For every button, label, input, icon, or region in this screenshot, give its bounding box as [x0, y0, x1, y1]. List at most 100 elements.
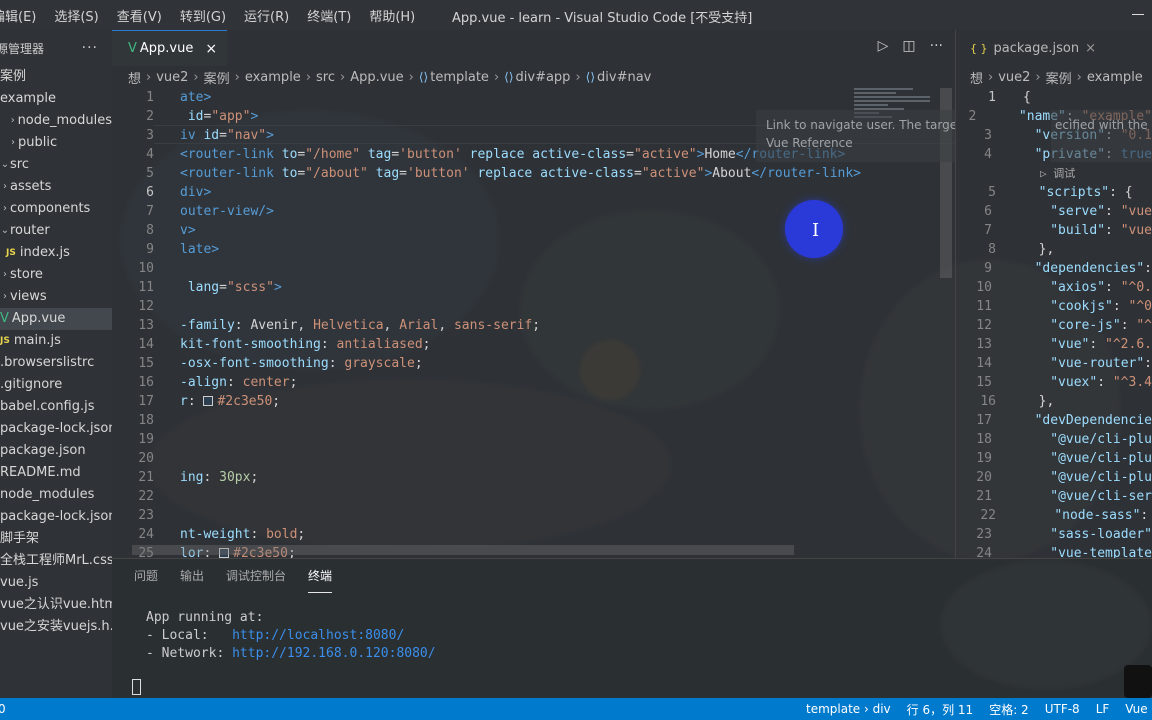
tree-item[interactable]: babel.config.js [0, 396, 112, 418]
code-line[interactable]: 14 "vue-router": [956, 354, 1152, 373]
code-line[interactable]: 22 "node-sass": [956, 506, 1152, 525]
panel-tab[interactable]: 终端 [308, 559, 333, 593]
more-actions-icon[interactable]: ··· [82, 40, 98, 56]
code-line[interactable]: 17 "devDependencie [956, 411, 1152, 430]
breadcrumb-item[interactable]: ⟨⟩ div#app [504, 70, 570, 85]
code-line[interactable]: 11 lang="scss"> [112, 278, 955, 297]
code-line[interactable]: 1{ [956, 88, 1152, 107]
code-line[interactable]: 19 [112, 430, 955, 449]
breadcrumb-item[interactable]: 想 [128, 68, 141, 87]
code-line[interactable]: 16 -align: center; [112, 373, 955, 392]
code-line[interactable]: 1 ate> [112, 88, 955, 107]
status-left[interactable]: 0 [0, 702, 6, 716]
tree-item[interactable]: .gitignore [0, 374, 112, 396]
close-icon[interactable]: × [205, 41, 217, 57]
breadcrumb-item[interactable]: 案例 [1046, 68, 1072, 87]
code-line[interactable]: 6 div> [112, 183, 955, 202]
terminal-link[interactable]: http://192.168.0.120:8080/ [232, 646, 436, 661]
terminal[interactable]: App running at: - Local: http://localhost… [112, 593, 1152, 663]
code-line[interactable]: 15 "vuex": "^3.4 [956, 373, 1152, 392]
panel-tab[interactable]: 调试控制台 [226, 559, 286, 593]
tree-item[interactable]: node_modules [0, 484, 112, 506]
code-line[interactable]: 11 "cookjs": "^0 [956, 297, 1152, 316]
tree-item[interactable]: › assets [0, 176, 112, 198]
code-line[interactable]: 18 "@vue/cli-plu [956, 430, 1152, 449]
tree-item[interactable]: V App.vue [0, 308, 112, 330]
tree-item[interactable]: example [0, 88, 112, 110]
code-line[interactable]: 7 "build": "vue [956, 221, 1152, 240]
menu-item[interactable]: 运行(R) [235, 6, 298, 25]
code-line[interactable]: 16 }, [956, 392, 1152, 411]
tree-item[interactable]: › public [0, 132, 112, 154]
code-line[interactable]: 6 "serve": "vue [956, 202, 1152, 221]
code-line[interactable]: 12 [112, 297, 955, 316]
minimize-button[interactable] [1132, 0, 1152, 30]
code-line[interactable]: 13 "vue": "^2.6. [956, 335, 1152, 354]
tree-item[interactable]: package-lock.json [0, 506, 112, 528]
horizontal-scrollbar[interactable] [132, 545, 794, 555]
tree-item[interactable]: 脚手架 [0, 528, 112, 550]
menu-item[interactable]: 编辑(E) [0, 6, 45, 25]
tree-item[interactable]: JS main.js [0, 330, 112, 352]
tree-item[interactable]: package.json [0, 440, 112, 462]
code-line[interactable]: 20 "@vue/cli-plu [956, 468, 1152, 487]
tree-item[interactable]: ⌄ router [0, 220, 112, 242]
code-line[interactable]: 10 [112, 259, 955, 278]
status-item[interactable]: UTF-8 [1037, 702, 1088, 716]
code-line[interactable]: 24 "vue-template [956, 544, 1152, 558]
code-line[interactable]: 5 <router-link to="/about" tag='button' r… [112, 164, 955, 183]
code-line[interactable]: 17 r: #2c3e50; [112, 392, 955, 411]
close-icon[interactable]: × [1085, 41, 1096, 56]
breadcrumb-item[interactable]: src [316, 70, 335, 85]
tree-item[interactable]: README.md [0, 462, 112, 484]
tree-item[interactable]: › store [0, 264, 112, 286]
breadcrumb-item[interactable]: ⟨⟩ template [419, 70, 489, 85]
code-line[interactable]: 10 "axios": "^0. [956, 278, 1152, 297]
tree-item[interactable]: 全栈工程师MrL.css [0, 550, 112, 572]
code-line[interactable]: 14 kit-font-smoothing: antialiased; [112, 335, 955, 354]
code-line[interactable]: 12 "core-js": "^ [956, 316, 1152, 335]
breadcrumb-item[interactable]: vue2 [998, 70, 1030, 85]
code-line[interactable]: 21 "@vue/cli-ser [956, 487, 1152, 506]
terminal-link[interactable]: http://localhost:8080/ [232, 628, 404, 643]
run-icon[interactable]: ▷ [878, 38, 889, 54]
tree-item[interactable]: › views [0, 286, 112, 308]
menu-item[interactable]: 查看(V) [108, 6, 171, 25]
code-line[interactable]: 18 [112, 411, 955, 430]
menu-item[interactable]: 终端(T) [298, 6, 360, 25]
code-line[interactable]: 8 }, [956, 240, 1152, 259]
breadcrumb-item[interactable]: example [245, 70, 301, 85]
code-line[interactable]: 22 [112, 487, 955, 506]
tree-item[interactable]: vue之安装vuejs.h... [0, 616, 112, 638]
menu-item[interactable]: 帮助(H) [360, 6, 424, 25]
breadcrumb-item[interactable]: 想 [970, 68, 983, 87]
tree-item[interactable]: JS index.js [0, 242, 112, 264]
tree-item[interactable]: › components [0, 198, 112, 220]
panel-tab[interactable]: 问题 [134, 559, 158, 593]
code-line[interactable]: 5 "scripts": { [956, 183, 1152, 202]
tree-item[interactable]: .browserslistrc [0, 352, 112, 374]
breadcrumb-item[interactable]: App.vue [350, 70, 403, 85]
tree-item[interactable]: 案例 [0, 66, 112, 88]
status-item[interactable]: Vue [1117, 702, 1152, 716]
menu-item[interactable]: 选择(S) [45, 6, 107, 25]
code-line[interactable]: 23 [112, 506, 955, 525]
split-editor-icon[interactable]: ◫ [902, 38, 915, 54]
code-line[interactable]: 21 ing: 30px; [112, 468, 955, 487]
tab-package-json[interactable]: { } package.json × [956, 30, 1152, 66]
code-line[interactable]: 9 "dependencies": [956, 259, 1152, 278]
status-item[interactable]: template › div [798, 702, 899, 716]
code-line[interactable]: 13 -family: Avenir, Helvetica, Arial, san… [112, 316, 955, 335]
breadcrumb-item[interactable]: 案例 [204, 68, 230, 87]
code-line[interactable]: 19 "@vue/cli-plu [956, 449, 1152, 468]
status-item[interactable]: LF [1088, 702, 1118, 716]
tab-app-vue[interactable]: V App.vue × [112, 30, 228, 66]
more-actions-icon[interactable]: ··· [930, 38, 943, 54]
hover-tooltip-link[interactable]: Vue Reference [766, 136, 945, 150]
status-item[interactable]: 行 6，列 11 [899, 701, 982, 718]
menu-item[interactable]: 转到(G) [171, 6, 235, 25]
tree-item[interactable]: ⌄ src [0, 154, 112, 176]
tree-item[interactable]: › node_modules [0, 110, 112, 132]
status-item[interactable]: 空格: 2 [981, 701, 1037, 718]
code-line[interactable]: 23 "sass-loader" [956, 525, 1152, 544]
